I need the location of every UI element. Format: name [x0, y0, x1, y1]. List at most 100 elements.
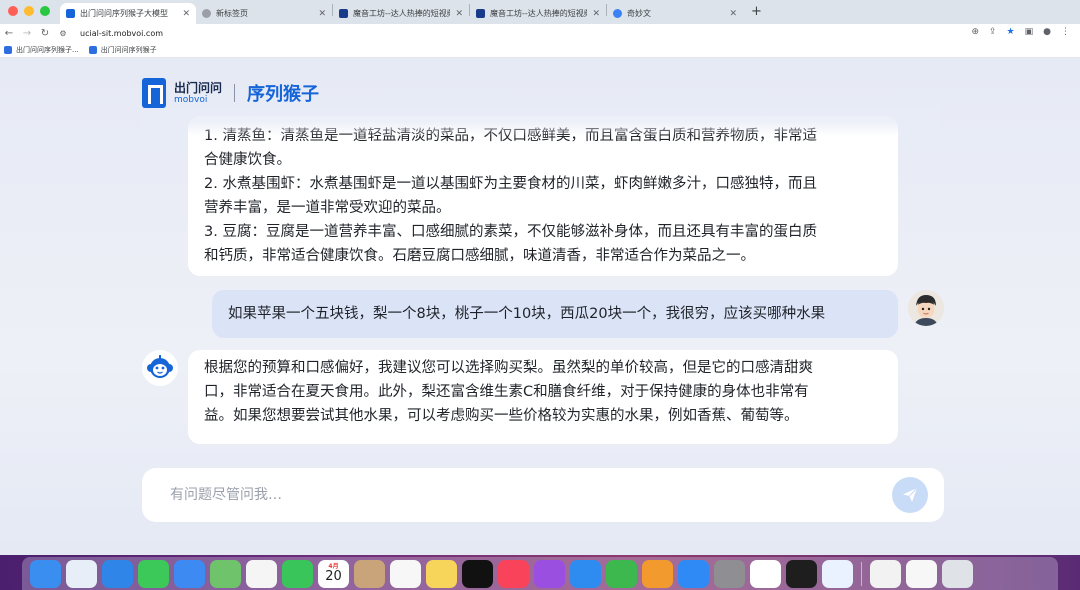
back-arrow-icon[interactable]: ← [0, 28, 18, 39]
tab-label: 魔音工坊--达人热捧的短视频/ [490, 9, 588, 18]
tab-label: 新标签页 [216, 9, 248, 18]
user-avatar [908, 290, 944, 326]
desktop-wallpaper: 4月 20 [0, 555, 1080, 590]
messages-icon[interactable] [138, 559, 169, 588]
address-bar: ← → ↻ ⚙ ucial-sit.mobvoi.com ⊕ ⇪ ★ ▣ ● ⋮ [0, 24, 1080, 42]
logo-divider [234, 84, 236, 102]
settings-icon[interactable] [714, 559, 745, 588]
bookmark-item[interactable]: 出门问问序列猴子... [4, 45, 79, 55]
finder-icon[interactable] [30, 559, 61, 588]
numbers-icon[interactable] [606, 559, 637, 588]
tab-mobvoi[interactable]: 出门问问序列猴子大模型 ✕ [60, 3, 196, 24]
message-line: 合健康饮食。 [204, 152, 291, 168]
bookmarks-bar: 出门问问序列猴子... 出门问问序列猴子 [0, 42, 1080, 58]
profile-icon[interactable]: ● [1043, 27, 1051, 37]
forward-arrow-icon[interactable]: → [18, 28, 36, 39]
chat-input[interactable] [170, 487, 892, 503]
tab-moyin-1[interactable]: 魔音工坊--达人热捧的短视频/ ✕ [333, 3, 469, 24]
chrome-newtab-icon [202, 9, 211, 18]
moyin-favicon [476, 9, 485, 18]
contacts-icon[interactable] [354, 559, 385, 588]
mobvoi-logo-icon [142, 78, 166, 108]
maps-icon[interactable] [210, 559, 241, 588]
tab-label: 奇妙文 [627, 9, 651, 18]
scroll-fade [140, 106, 940, 136]
brand-text: 出门问问 mobvoi [174, 82, 222, 105]
tv-icon[interactable] [462, 559, 493, 588]
bookmark-item[interactable]: 出门问问序列猴子 [88, 45, 157, 55]
assistant-avatar [142, 350, 178, 386]
bookmark-label: 出门问问序列猴子... [16, 45, 79, 54]
feishu-icon[interactable] [822, 559, 853, 588]
brand-logo: 出门问问 mobvoi 序列猴子 [142, 78, 319, 108]
window-controls [0, 6, 60, 24]
address-bar-actions: ⊕ ⇪ ★ ▣ ● ⋮ [971, 27, 1070, 37]
notes-icon[interactable] [426, 559, 457, 588]
dock: 4月 20 [22, 557, 1058, 590]
launchpad-icon[interactable] [66, 559, 97, 588]
chat-page: 出门问问 mobvoi 序列猴子 1. 清蒸鱼：清蒸鱼是一道轻盐清淡的菜品，不仅… [0, 58, 1080, 555]
mobvoi-favicon [66, 9, 75, 18]
minimize-window-button[interactable] [24, 6, 34, 16]
moyin-favicon [339, 9, 348, 18]
tab-label: 出门问问序列猴子大模型 [80, 9, 168, 18]
url-field[interactable]: ucial-sit.mobvoi.com [80, 29, 163, 38]
brand-name-cn: 出门问问 [174, 80, 223, 95]
keynote-icon[interactable] [570, 559, 601, 588]
mobvoi-favicon [4, 45, 12, 54]
calendar-day: 20 [325, 569, 342, 584]
zoom-icon[interactable]: ⊕ [971, 27, 979, 37]
close-window-button[interactable] [8, 6, 18, 16]
music-icon[interactable] [498, 559, 529, 588]
appstore-icon[interactable] [678, 559, 709, 588]
send-icon [903, 487, 918, 502]
dock-separator [861, 561, 862, 586]
message-line: 根据您的预算和口感偏好，我建议您可以选择购买梨。虽然梨的单价较高，但是它的口感清… [204, 360, 813, 376]
close-icon[interactable]: ✕ [455, 9, 463, 19]
zoom-window-button[interactable] [40, 6, 50, 16]
chat-input-box [142, 468, 944, 522]
terminal-icon[interactable] [786, 559, 817, 588]
user-avatar-icon [908, 290, 944, 326]
trash-icon[interactable] [942, 559, 973, 588]
tab-label: 魔音工坊--达人热捧的短视频/ [353, 9, 451, 18]
window-preview-1[interactable] [870, 559, 901, 588]
chrome-icon[interactable] [750, 559, 781, 588]
tab-newtab[interactable]: 新标签页 ✕ [196, 3, 332, 24]
tab-moyin-2[interactable]: 魔音工坊--达人热捧的短视频/ ✕ [470, 3, 606, 24]
photos-icon[interactable] [246, 559, 277, 588]
close-icon[interactable]: ✕ [318, 9, 326, 19]
close-icon[interactable]: ✕ [592, 9, 600, 19]
monkey-robot-icon [147, 355, 173, 378]
brand-name-en: mobvoi [174, 94, 208, 105]
reminders-icon[interactable] [390, 559, 421, 588]
close-icon[interactable]: ✕ [729, 9, 737, 19]
calendar-icon[interactable]: 4月 20 [318, 559, 349, 588]
window-preview-2[interactable] [906, 559, 937, 588]
message-line: 2. 水煮基围虾：水煮基围虾是一道以基围虾为主要食材的川菜，虾肉鲜嫩多汁，口感独… [204, 176, 817, 192]
message-text: 如果苹果一个五块钱，梨一个8块，桃子一个10块，西瓜20块一个，我很穷，应该买哪… [228, 306, 826, 322]
sidebar-icon[interactable]: ▣ [1025, 27, 1034, 37]
tab-qimiaowen[interactable]: 奇妙文 ✕ [607, 3, 743, 24]
qimiaowen-favicon [613, 9, 622, 18]
browser-tab-bar: 出门问问序列猴子大模型 ✕ 新标签页 ✕ 魔音工坊--达人热捧的短视频/ ✕ 魔… [0, 0, 1080, 24]
share-icon[interactable]: ⇪ [989, 27, 997, 37]
close-icon[interactable]: ✕ [182, 9, 190, 19]
podcasts-icon[interactable] [534, 559, 565, 588]
message-line: 3. 豆腐：豆腐是一道营养丰富、口感细腻的素菜，不仅能够滋补身体，而且还具有丰富… [204, 224, 817, 240]
message-line: 和钙质，非常适合健康饮食。石磨豆腐口感细腻，味道清香，非常适合作为菜品之一。 [204, 248, 755, 264]
send-button[interactable] [892, 477, 928, 513]
site-info-icon[interactable]: ⚙ [54, 29, 72, 38]
reload-icon[interactable]: ↻ [36, 28, 54, 39]
mobvoi-favicon [88, 45, 97, 54]
new-tab-button[interactable]: + [743, 4, 770, 24]
more-menu-icon[interactable]: ⋮ [1061, 27, 1070, 37]
product-name: 序列猴子 [247, 84, 320, 105]
safari-icon[interactable] [102, 559, 133, 588]
facetime-icon[interactable] [282, 559, 313, 588]
bookmark-star-icon[interactable]: ★ [1007, 27, 1015, 37]
mail-icon[interactable] [174, 559, 205, 588]
message-line: 益。如果您想要尝试其他水果，可以考虑购买一些价格较为实惠的水果，例如香蕉、葡萄等… [204, 408, 799, 424]
assistant-message: 根据您的预算和口感偏好，我建议您可以选择购买梨。虽然梨的单价较高，但是它的口感清… [188, 350, 898, 444]
pages-icon[interactable] [642, 559, 673, 588]
